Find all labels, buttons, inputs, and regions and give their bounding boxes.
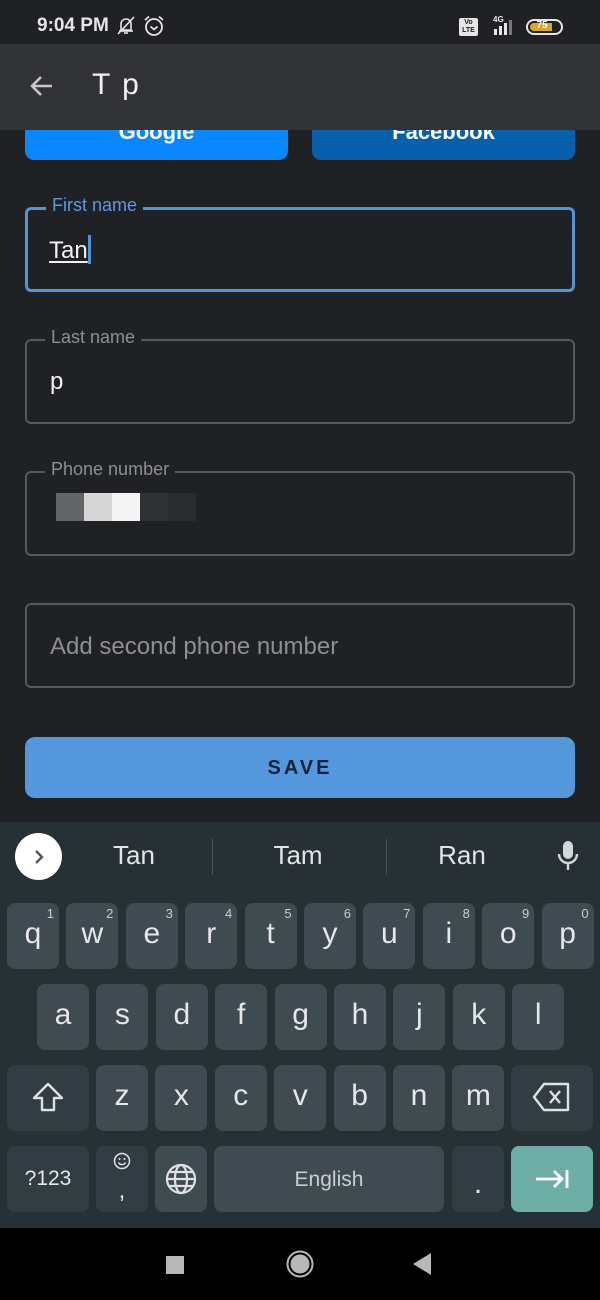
key-label: w xyxy=(81,917,104,950)
bell-off-icon xyxy=(117,16,135,35)
last-name-label: Last name xyxy=(45,327,142,348)
key-e[interactable]: e3 xyxy=(125,903,178,969)
key-label: p xyxy=(559,917,576,950)
shift-icon xyxy=(32,1082,64,1112)
key-w[interactable]: w2 xyxy=(66,903,119,969)
first-name-label: First name xyxy=(46,195,144,216)
home-circle-icon[interactable] xyxy=(286,1250,314,1278)
language-key[interactable] xyxy=(155,1146,207,1212)
space-key[interactable]: English xyxy=(214,1146,444,1212)
key-x[interactable]: x xyxy=(155,1065,208,1131)
key-label: y xyxy=(322,917,338,950)
save-button[interactable]: SAVE xyxy=(25,737,575,798)
key-label: o xyxy=(499,917,517,950)
arrow-left-icon xyxy=(30,76,52,96)
back-triangle-icon[interactable] xyxy=(413,1253,431,1275)
alarm-icon xyxy=(144,15,164,36)
key-number-hint: 5 xyxy=(284,906,292,921)
comma-label: , xyxy=(118,1177,126,1204)
key-j[interactable]: j xyxy=(393,984,446,1050)
enter-next-key[interactable] xyxy=(511,1146,593,1212)
key-number-hint: 8 xyxy=(462,906,470,921)
signal-4g-icon: 4G xyxy=(493,15,512,35)
key-number-hint: 7 xyxy=(403,906,411,921)
system-nav-bar xyxy=(0,1228,600,1300)
recents-square-icon[interactable] xyxy=(166,1256,184,1274)
backspace-icon xyxy=(532,1082,570,1112)
key-h[interactable]: h xyxy=(334,984,386,1050)
key-q[interactable]: q1 xyxy=(7,903,59,969)
suggestion-2[interactable]: Tam xyxy=(223,840,373,871)
key-s[interactable]: s xyxy=(96,984,149,1050)
key-o[interactable]: o9 xyxy=(482,903,535,969)
key-a[interactable]: a xyxy=(37,984,89,1050)
first-name-text: Tan xyxy=(49,237,88,264)
keyboard: Tan Tam Ran q1w2e3r4t5y6u7i8o9p0 asdfghj… xyxy=(0,822,600,1228)
back-button[interactable] xyxy=(22,66,62,106)
chevron-right-icon xyxy=(34,849,44,864)
key-k[interactable]: k xyxy=(452,984,505,1050)
page-title: T p xyxy=(92,68,141,101)
volte-icon: Vo LTE xyxy=(459,18,478,36)
battery-percent: 75 xyxy=(536,20,548,31)
first-name-field[interactable]: First name Tan xyxy=(25,195,575,292)
first-name-value[interactable]: Tan xyxy=(49,235,91,265)
period-key[interactable]: . xyxy=(452,1146,504,1212)
shift-key[interactable] xyxy=(7,1065,89,1131)
suggestion-1[interactable]: Tan xyxy=(59,840,209,871)
key-t[interactable]: t5 xyxy=(244,903,297,969)
key-number-hint: 1 xyxy=(46,906,54,921)
key-r[interactable]: r4 xyxy=(185,903,238,969)
phone-number-field[interactable]: Phone number xyxy=(25,459,575,556)
last-name-field[interactable]: Last name p xyxy=(25,327,575,424)
key-y[interactable]: y6 xyxy=(304,903,356,969)
phone-number-redacted-value xyxy=(56,493,196,521)
battery-icon: 75 xyxy=(526,19,563,35)
expand-toolbar-button[interactable] xyxy=(15,833,62,880)
suggestion-3[interactable]: Ran xyxy=(387,840,537,871)
key-v[interactable]: v xyxy=(274,1065,327,1131)
key-label: e xyxy=(143,917,161,950)
svg-text:4G: 4G xyxy=(493,15,504,24)
emoji-comma-key[interactable]: , xyxy=(96,1146,148,1212)
last-name-value: p xyxy=(50,368,64,395)
key-b[interactable]: b xyxy=(333,1065,386,1131)
key-number-hint: 6 xyxy=(343,906,351,921)
key-label: r xyxy=(206,917,217,950)
key-p[interactable]: p0 xyxy=(541,903,594,969)
key-u[interactable]: u7 xyxy=(363,903,416,969)
key-m[interactable]: m xyxy=(452,1065,505,1131)
globe-icon xyxy=(165,1163,197,1195)
key-c[interactable]: c xyxy=(214,1065,267,1131)
key-f[interactable]: f xyxy=(215,984,268,1050)
microphone-icon[interactable] xyxy=(555,840,581,872)
key-n[interactable]: n xyxy=(393,1065,445,1131)
key-number-hint: 3 xyxy=(165,906,173,921)
key-number-hint: 2 xyxy=(106,906,114,921)
key-label: q xyxy=(24,917,42,950)
key-z[interactable]: z xyxy=(96,1065,148,1131)
key-number-hint: 4 xyxy=(224,906,233,921)
symbols-key[interactable]: ?123 xyxy=(7,1146,89,1212)
key-label: u xyxy=(381,917,398,950)
text-cursor xyxy=(87,235,91,264)
key-i[interactable]: i8 xyxy=(422,903,475,969)
key-label: i xyxy=(445,917,453,950)
key-number-hint: 0 xyxy=(581,906,589,921)
second-phone-field[interactable]: Add second phone number xyxy=(25,603,575,688)
phone-number-label: Phone number xyxy=(45,459,176,480)
backspace-key[interactable] xyxy=(511,1065,593,1131)
key-g[interactable]: g xyxy=(274,984,327,1050)
second-phone-placeholder: Add second phone number xyxy=(50,633,339,660)
suggestion-divider xyxy=(212,839,213,875)
key-label: t xyxy=(266,917,275,950)
status-bar: 9:04 PM Vo LTE 4G 75 xyxy=(0,0,600,44)
tab-next-icon xyxy=(536,1170,569,1188)
app-bar: T p xyxy=(0,44,600,130)
key-d[interactable]: d xyxy=(155,984,208,1050)
key-l[interactable]: l xyxy=(512,984,565,1050)
suggestion-bar: Tan Tam Ran xyxy=(0,822,600,890)
status-time: 9:04 PM xyxy=(37,15,109,36)
key-number-hint: 9 xyxy=(521,906,530,921)
